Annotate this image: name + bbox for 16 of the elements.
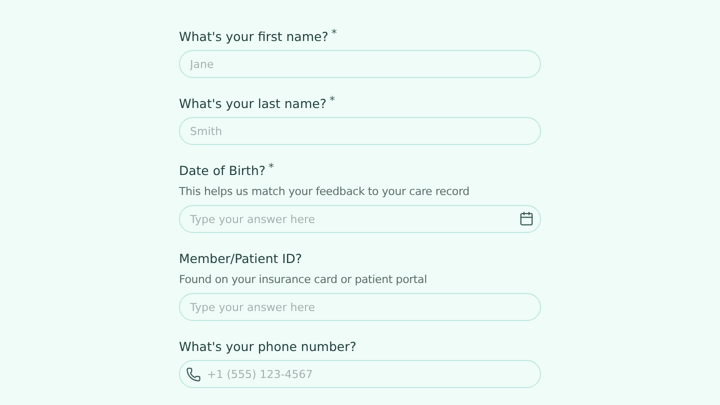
required-mark: *	[268, 162, 274, 173]
input-field[interactable]: Smith	[179, 117, 541, 145]
question-label: What's your last name?	[179, 95, 326, 112]
phone-icon	[186, 367, 201, 382]
hint-text: This helps us match your feedback to your care record	[179, 184, 470, 199]
question-label: What's your first name?	[179, 28, 328, 45]
required-mark: *	[331, 28, 337, 39]
input-field[interactable]: Type your answer here	[179, 205, 541, 233]
question-label: Member/Patient ID?	[179, 250, 302, 267]
question-label: What's your phone number?	[179, 338, 356, 355]
input-field[interactable]: +1 (555) 123-4567	[179, 360, 541, 388]
question-label: Date of Birth?	[179, 162, 266, 179]
hint-text: Found on your insurance card or patient portal	[179, 272, 428, 287]
input-field[interactable]: Type your answer here	[179, 293, 541, 321]
required-mark: *	[329, 95, 335, 106]
calendar-icon[interactable]	[519, 211, 534, 226]
